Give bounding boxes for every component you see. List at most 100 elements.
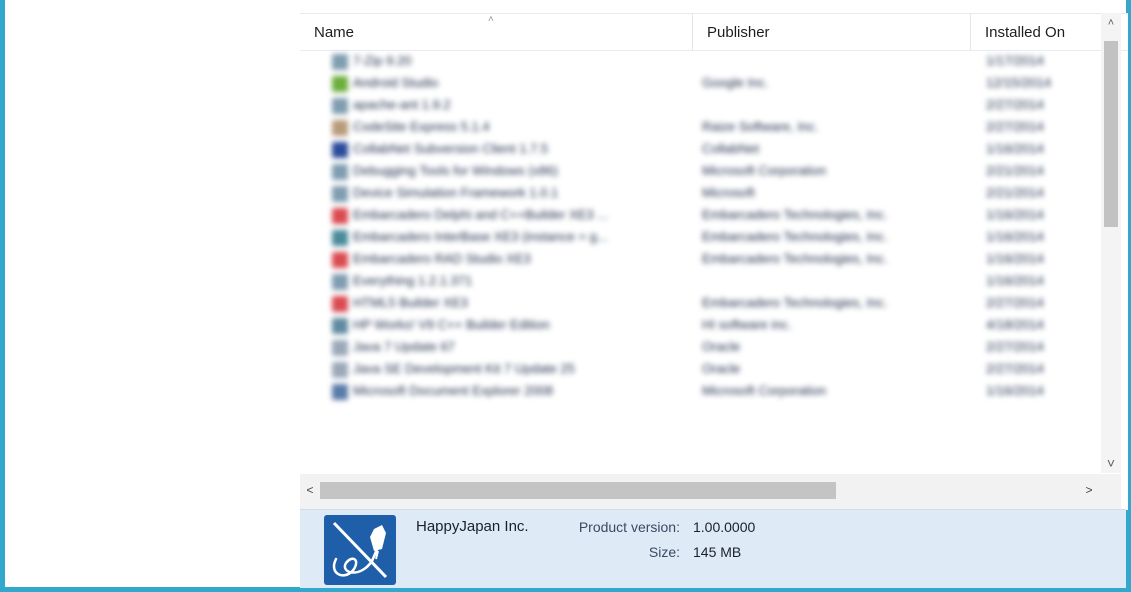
horizontal-scroll-thumb[interactable] (320, 482, 836, 499)
program-name: Debugging Tools for Windows (x86) (353, 163, 558, 178)
size-label: Size: (648, 544, 680, 560)
program-publisher: Raize Software, Inc. (702, 119, 819, 134)
program-name: Everything 1.2.1.371 (353, 273, 473, 288)
program-installed-on: 1/16/2014 (986, 141, 1044, 156)
column-header-row: Name ˄ Publisher Installed On (300, 14, 1128, 51)
program-row[interactable]: Embarcadero Delphi and C++Builder XE3 ..… (300, 205, 1100, 227)
program-icon (332, 252, 348, 268)
program-icon (332, 120, 348, 136)
program-publisher: Oracle (702, 361, 741, 376)
program-row[interactable]: HTML5 Builder XE3 Embarcadero Technologie… (300, 293, 1100, 315)
program-name: Microsoft Document Explorer 2008 (353, 383, 554, 398)
program-name: apache-ant 1.9.2 (353, 97, 451, 112)
program-name: Embarcadero RAD Studio XE3 (353, 251, 531, 266)
program-row[interactable]: Device Simulation Framework 1.0.1 Microso… (300, 183, 1100, 205)
program-row[interactable]: apache-ant 1.9.2 2/27/2014 (300, 95, 1100, 117)
program-installed-on: 12/15/2014 (986, 75, 1052, 90)
program-installed-on: 1/16/2014 (986, 251, 1044, 266)
program-installed-on: 2/27/2014 (986, 295, 1044, 310)
program-row[interactable]: HP Works! V9 C++ Builder Edition HI softw… (300, 315, 1100, 337)
chevron-up-icon[interactable]: ˄ (1101, 13, 1121, 33)
program-publisher: Microsoft Corporation (702, 383, 827, 398)
program-icon (332, 54, 348, 70)
program-installed-on: 1/16/2014 (986, 207, 1044, 222)
program-name: CodeSite Express 5.1.4 (353, 119, 490, 134)
program-name: Java SE Development Kit 7 Update 25 (353, 361, 575, 376)
program-installed-on: 1/16/2014 (986, 383, 1044, 398)
program-icon (332, 274, 348, 290)
program-row[interactable]: CodeSite Express 5.1.4 Raize Software, In… (300, 117, 1100, 139)
program-row[interactable]: Java SE Development Kit 7 Update 25 Oracl… (300, 359, 1100, 381)
column-header-publisher[interactable]: Publisher (693, 14, 971, 50)
chevron-down-icon[interactable]: ˅ (1101, 453, 1121, 473)
program-publisher: Google Inc. (702, 75, 769, 90)
program-row[interactable]: CollabNet Subversion Client 1.7.5 CollabN… (300, 139, 1100, 161)
program-icon (332, 76, 348, 92)
program-icon (332, 142, 348, 158)
program-row[interactable]: Embarcadero RAD Studio XE3 Embarcadero Te… (300, 249, 1100, 271)
program-icon (332, 318, 348, 334)
chevron-right-icon[interactable]: > (1079, 480, 1099, 500)
scrollbar-corner (1101, 474, 1121, 509)
program-icon (332, 296, 348, 312)
program-name: HP Works! V9 C++ Builder Edition (353, 317, 550, 332)
program-icon (332, 362, 348, 378)
column-header-installed-on-label: Installed On (985, 24, 1066, 41)
program-installed-on: 1/16/2014 (986, 229, 1044, 244)
program-installed-on: 2/21/2014 (986, 163, 1044, 178)
size-value: 145 MB (693, 544, 742, 560)
chevron-left-icon[interactable]: < (300, 480, 320, 500)
program-installed-on: 2/21/2014 (986, 185, 1044, 200)
program-row[interactable]: 7-Zip 9.20 1/17/2014 (300, 51, 1100, 73)
program-publisher: Embarcadero Technologies, Inc. (702, 207, 888, 222)
program-row[interactable]: Java 7 Update 67 Oracle 2/27/2014 (300, 337, 1100, 359)
program-rows: 7-Zip 9.20 1/17/2014 Android Studio Google … (300, 51, 1100, 487)
product-version-label: Product version: (578, 519, 680, 535)
program-name: CollabNet Subversion Client 1.7.5 (353, 141, 549, 156)
program-icon (332, 186, 348, 202)
program-name: Java 7 Update 67 (353, 339, 455, 354)
program-installed-on: 2/27/2014 (986, 361, 1044, 376)
column-header-name-label: Name (314, 24, 355, 41)
program-publisher: Embarcadero Technologies, Inc. (702, 229, 888, 244)
program-icon (332, 230, 348, 246)
program-installed-on: 2/27/2014 (986, 339, 1044, 354)
program-name: 7-Zip 9.20 (353, 53, 412, 68)
program-publisher: Embarcadero Technologies, Inc. (702, 251, 888, 266)
program-installed-on: 4/18/2014 (986, 317, 1044, 332)
program-row[interactable]: Debugging Tools for Windows (x86) Microso… (300, 161, 1100, 183)
program-icon (332, 164, 348, 180)
programs-list[interactable]: Name ˄ Publisher Installed On 7-Zip 9.20… (300, 13, 1128, 510)
program-publisher: Microsoft Corporation (702, 163, 827, 178)
sort-ascending-icon: ˄ (488, 14, 494, 25)
column-header-publisher-label: Publisher (707, 24, 770, 41)
program-icon (332, 208, 348, 224)
program-row[interactable]: Embarcadero InterBase XE3 (instance = g.… (300, 227, 1100, 249)
details-pane: HappyJapan Inc. Product version: 1.00.00… (300, 509, 1126, 588)
program-name: Device Simulation Framework 1.0.1 (353, 185, 559, 200)
program-icon (332, 384, 348, 400)
app-name: HappyJapan Inc. (416, 518, 529, 535)
vertical-scrollbar[interactable]: ˄ ˅ (1101, 13, 1121, 473)
program-publisher: Embarcadero Technologies, Inc. (702, 295, 888, 310)
program-name: HTML5 Builder XE3 (353, 295, 468, 310)
happyjapan-app-icon (324, 515, 396, 585)
program-publisher: CollabNet (702, 141, 760, 156)
program-publisher: HI software inc. (702, 317, 792, 332)
program-publisher: Microsoft (702, 185, 755, 200)
program-icon (332, 98, 348, 114)
program-row[interactable]: Android Studio Google Inc. 12/15/2014 (300, 73, 1100, 95)
program-row[interactable]: Microsoft Document Explorer 2008 Microsof… (300, 381, 1100, 403)
program-installed-on: 1/17/2014 (986, 53, 1044, 68)
program-name: Embarcadero InterBase XE3 (instance = g.… (353, 229, 608, 244)
horizontal-scrollbar[interactable]: < > (300, 474, 1101, 509)
column-header-installed-on[interactable]: Installed On (971, 14, 1101, 50)
program-installed-on: 2/27/2014 (986, 97, 1044, 112)
program-name: Embarcadero Delphi and C++Builder XE3 ..… (353, 207, 609, 222)
column-header-name[interactable]: Name ˄ (300, 14, 693, 50)
program-row[interactable]: Everything 1.2.1.371 1/16/2014 (300, 271, 1100, 293)
program-icon (332, 340, 348, 356)
program-name: Android Studio (353, 75, 439, 90)
program-publisher: Oracle (702, 339, 741, 354)
vertical-scroll-thumb[interactable] (1104, 41, 1118, 227)
